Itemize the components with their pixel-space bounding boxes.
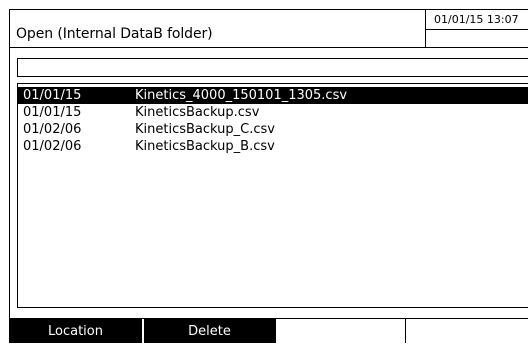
header-divider [9,47,528,48]
open-file-dialog: Open (Internal DataB folder) 01/01/15 13… [0,0,528,343]
softkey-4-button[interactable] [405,319,528,343]
file-name: KineticsBackup_C.csv [135,122,275,137]
file-date: 01/02/06 [23,122,82,137]
file-name: Kinetics_4000_150101_1305.csv [135,88,348,103]
dialog-title: Open (Internal DataB folder) [16,26,213,42]
file-name: KineticsBackup.csv [135,105,260,120]
file-row[interactable]: 01/01/15 Kinetics_4000_150101_1305.csv [18,87,528,104]
file-date: 01/02/06 [23,139,82,154]
datetime-divider [426,29,528,30]
file-row[interactable]: 01/02/06 KineticsBackup_C.csv [18,121,528,138]
file-row[interactable]: 01/01/15 KineticsBackup.csv [18,104,528,121]
file-name: KineticsBackup_B.csv [135,139,275,154]
datetime-box: 01/01/15 13:07 [425,9,528,47]
delete-button[interactable]: Delete [144,319,275,343]
frame-border-left [9,9,10,343]
path-field[interactable] [17,58,528,77]
location-button[interactable]: Location [9,319,142,343]
file-date: 01/01/15 [23,105,82,120]
file-date: 01/01/15 [23,88,82,103]
file-list[interactable]: 01/01/15 Kinetics_4000_150101_1305.csv 0… [17,83,528,308]
file-row[interactable]: 01/02/06 KineticsBackup_B.csv [18,138,528,155]
softkey-3-button[interactable] [275,319,405,343]
datetime-display: 01/01/15 13:07 [434,13,519,26]
